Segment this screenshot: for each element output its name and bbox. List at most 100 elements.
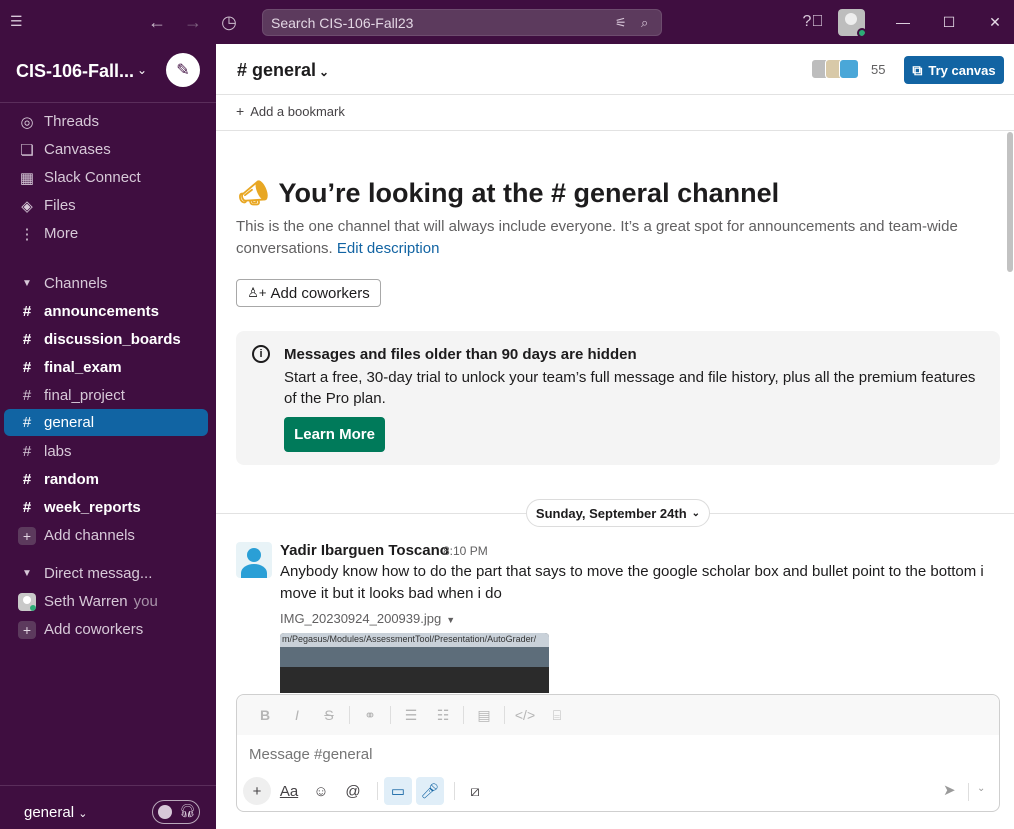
shortcuts-icon[interactable]: ⧄ (461, 777, 489, 805)
channels-section-header[interactable]: ▼ Channels (4, 270, 208, 297)
link-icon[interactable]: ⚭ (354, 707, 386, 724)
sidebar-item-threads[interactable]: ◎ Threads (4, 108, 208, 135)
channel-item-discussion-boards[interactable]: # discussion_boards (4, 326, 208, 353)
help-icon[interactable]: ?⃝ (800, 0, 826, 44)
bold-icon[interactable]: B (249, 707, 281, 723)
message-input[interactable] (249, 746, 949, 763)
sidebar-item-more[interactable]: ⋮ More (4, 220, 208, 247)
top-bar: ☰ ← → ◷ Search CIS-106-Fall23 ⚟ ⌕ ?⃝ — ☐… (0, 0, 1014, 44)
hash-icon: # (22, 443, 32, 460)
hash-icon: # (22, 331, 32, 348)
scrollbar[interactable] (1007, 132, 1013, 272)
plus-icon: + (236, 103, 245, 119)
channel-name: final_project (44, 387, 125, 404)
emoji-icon[interactable]: ☺ (307, 777, 335, 805)
huddle-toggle[interactable]: 🎧︎ (152, 800, 200, 824)
plus-icon[interactable]: + (243, 777, 271, 805)
add-coworkers-button[interactable]: ♙+ Add coworkers (236, 279, 381, 307)
divider (216, 94, 1014, 95)
file-attachment-name[interactable]: IMG_20230924_200939.jpg ▼ (280, 611, 455, 626)
search-filter-icon[interactable]: ⚟ (615, 15, 627, 31)
footer-channel-switcher[interactable]: general ⌄ (24, 804, 87, 821)
try-canvas-button[interactable]: ⧉ Try canvas (904, 56, 1004, 84)
sidebar-item-label: More (44, 225, 79, 242)
footer-channel-name: general (24, 804, 75, 821)
menu-icon[interactable]: ☰ (10, 13, 26, 29)
channel-name: general (44, 414, 95, 431)
notice-heading: Messages and files older than 90 days ar… (284, 346, 637, 363)
maximize-icon[interactable]: ☐ (926, 0, 972, 44)
blockquote-icon[interactable]: ▤ (468, 707, 500, 724)
avatar[interactable] (236, 542, 272, 578)
channel-item-week-reports[interactable]: # week_reports (4, 494, 208, 521)
search-placeholder: Search CIS-106-Fall23 (271, 15, 414, 31)
formatting-toolbar: B I S ⚭ ☰ ☷ ▤ </> ⌸ (237, 695, 999, 735)
history-notice: i Messages and files older than 90 days … (236, 331, 1000, 465)
mention-icon[interactable]: @ (339, 777, 367, 805)
forward-arrow-icon[interactable]: → (182, 11, 204, 33)
chevron-down-icon[interactable]: ⌄ (977, 783, 985, 794)
channel-item-general[interactable]: # general (4, 409, 208, 436)
avatar (18, 592, 36, 611)
status-online-dot (857, 28, 865, 36)
edit-description-link[interactable]: Edit description (337, 240, 440, 257)
message-author[interactable]: Yadir Ibarguen Toscano (280, 542, 449, 559)
section-label: Channels (44, 275, 108, 292)
add-bookmark-button[interactable]: + Add a bookmark (236, 103, 345, 119)
divider (377, 782, 378, 800)
workspace-name[interactable]: CIS-106-Fall... (16, 61, 134, 82)
compose-icon[interactable]: ✎ (166, 53, 200, 87)
channel-item-announcements[interactable]: # announcements (4, 298, 208, 325)
add-coworkers-sidebar-button[interactable]: + Add coworkers (4, 616, 208, 643)
minimize-icon[interactable]: — (880, 0, 926, 44)
channel-item-final-project[interactable]: # final_project (4, 382, 208, 409)
search-icon[interactable]: ⌕ (641, 15, 648, 31)
dm-section-header[interactable]: ▼ Direct messag... (4, 560, 208, 587)
back-arrow-icon[interactable]: ← (146, 11, 168, 33)
sidebar-item-files[interactable]: ◈ Files (4, 192, 208, 219)
send-icon[interactable]: ➤ (943, 781, 956, 799)
user-avatar[interactable] (838, 9, 865, 36)
divider (390, 706, 391, 724)
sidebar-item-slack-connect[interactable]: ▦ Slack Connect (4, 164, 208, 191)
add-bookmark-label: Add a bookmark (250, 104, 345, 119)
sidebar-item-label: Threads (44, 113, 100, 130)
divider (216, 130, 1014, 131)
image-thumbnail[interactable]: m/Pegasus/Modules/AssessmentTool/Present… (280, 633, 549, 693)
slack-connect-icon: ▦ (19, 169, 35, 187)
headphones-icon: 🎧︎ (179, 803, 196, 818)
canvases-icon: ❏ (20, 141, 34, 159)
ordered-list-icon[interactable]: ☰ (395, 707, 427, 724)
channel-item-labs[interactable]: # labs (4, 438, 208, 465)
history-icon[interactable]: ◷ (218, 11, 240, 33)
channel-name: final_exam (44, 359, 122, 376)
intro-description: This is the one channel that will always… (236, 216, 976, 260)
video-clip-icon[interactable]: ▭ (384, 777, 412, 805)
channel-item-final-exam[interactable]: # final_exam (4, 354, 208, 381)
search-bar[interactable]: Search CIS-106-Fall23 ⚟ ⌕ (262, 9, 662, 36)
strikethrough-icon[interactable]: S (313, 707, 345, 723)
code-block-icon[interactable]: ⌸ (541, 707, 573, 724)
dm-item-seth-warren[interactable]: Seth Warren you (4, 588, 208, 615)
date-divider-pill[interactable]: Sunday, September 24th ⌄ (526, 499, 710, 527)
italic-icon[interactable]: I (281, 707, 313, 723)
close-icon[interactable]: ✕ (972, 0, 1014, 44)
channel-item-random[interactable]: # random (4, 466, 208, 493)
thumbnail-path-text: m/Pegasus/Modules/AssessmentTool/Present… (282, 634, 537, 644)
more-icon: ⋮ (19, 225, 35, 243)
channel-title[interactable]: # general ⌄ (237, 60, 329, 81)
add-channels-button[interactable]: + Add channels (4, 522, 208, 549)
chevron-down-icon[interactable]: ⌄ (137, 63, 147, 77)
message-timestamp[interactable]: 8:10 PM (443, 544, 488, 558)
sidebar-item-canvases[interactable]: ❏ Canvases (4, 136, 208, 163)
learn-more-button[interactable]: Learn More (284, 417, 385, 452)
status-online-dot (30, 604, 36, 611)
code-icon[interactable]: </> (509, 707, 541, 723)
text-format-icon[interactable]: Aa (275, 777, 303, 805)
channel-name: discussion_boards (44, 331, 181, 348)
hash-icon: # (22, 414, 32, 431)
divider (504, 706, 505, 724)
members-button[interactable]: 55 (811, 59, 885, 79)
bulleted-list-icon[interactable]: ☷ (427, 707, 459, 724)
microphone-icon[interactable]: 🎤︎ (416, 777, 444, 805)
